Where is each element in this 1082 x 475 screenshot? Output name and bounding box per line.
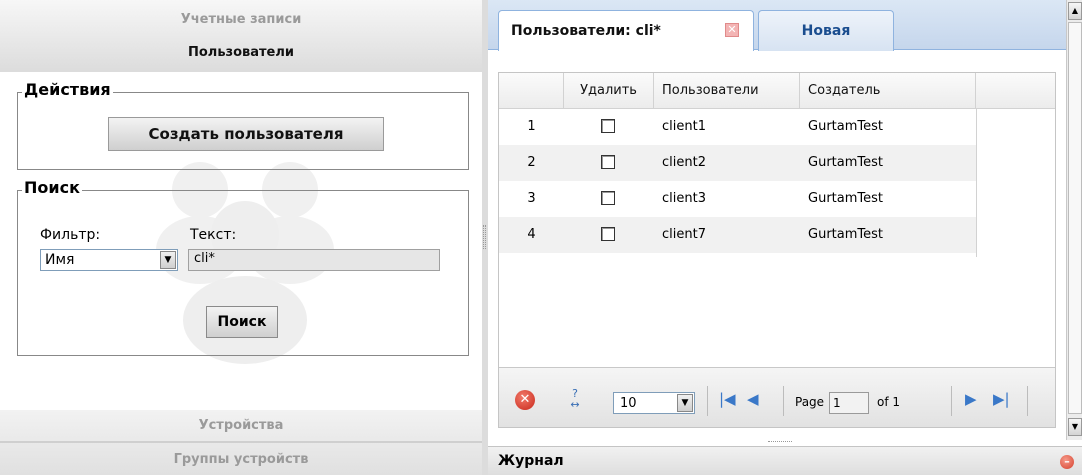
row-number: 4: [527, 227, 536, 242]
page-size-select[interactable]: 10 ▼: [613, 392, 695, 414]
scroll-thumb[interactable]: [1068, 22, 1082, 414]
tab-label: Пользователи: cli*: [511, 23, 661, 39]
user-name[interactable]: client3: [662, 181, 706, 217]
row-number: 1: [527, 119, 536, 134]
delete-checkbox[interactable]: [601, 227, 615, 241]
chevron-down-icon[interactable]: ▼: [160, 251, 176, 269]
user-name[interactable]: client2: [662, 145, 706, 181]
help-icon[interactable]: ? ↔: [563, 388, 587, 412]
first-page-icon[interactable]: |◀: [719, 390, 736, 408]
left-panel: Учетные записи Пользователи Действия Соз…: [0, 0, 482, 475]
divider: [707, 386, 708, 416]
tab-label: Новая: [801, 23, 851, 39]
collapse-icon[interactable]: –: [1060, 455, 1074, 469]
user-name[interactable]: client7: [662, 217, 706, 253]
search-button[interactable]: Поиск: [206, 306, 278, 338]
table-row[interactable]: 3 client3 GurtamTest: [499, 181, 976, 217]
table-row[interactable]: 1 client1 GurtamTest: [499, 109, 976, 145]
header-rownum: [499, 73, 564, 109]
delete-checkbox[interactable]: [601, 191, 615, 205]
delete-checkbox[interactable]: [601, 119, 615, 133]
last-page-icon[interactable]: ▶|: [993, 390, 1010, 408]
row-number: 3: [527, 191, 536, 206]
splitter-grip[interactable]: [483, 225, 486, 249]
table-row[interactable]: 2 client2 GurtamTest: [499, 145, 976, 181]
horizontal-splitter-grip[interactable]: [768, 441, 792, 444]
delete-checkbox[interactable]: [601, 155, 615, 169]
accordion-item-devices[interactable]: Устройства: [0, 418, 482, 433]
tab-new[interactable]: Новая: [758, 10, 894, 51]
prev-page-icon[interactable]: ◀: [747, 390, 759, 408]
header-filler: [976, 73, 1055, 109]
user-creator: GurtamTest: [808, 119, 883, 134]
column-divider: [976, 109, 977, 257]
journal-panel[interactable]: Журнал –: [488, 446, 1082, 475]
filter-select-value: Имя: [45, 252, 75, 268]
divider: [1027, 386, 1028, 416]
scroll-down-icon[interactable]: ▼: [1068, 418, 1082, 436]
delete-icon[interactable]: ✕: [515, 390, 535, 410]
text-label: Текст:: [190, 227, 237, 243]
close-icon[interactable]: ✕: [725, 23, 739, 37]
table-row[interactable]: 4 client7 GurtamTest: [499, 217, 976, 253]
grid-header: Удалить Пользователи Создатель: [499, 73, 1055, 109]
divider: [0, 441, 482, 443]
actions-legend: Действия: [22, 80, 113, 99]
accordion-item-device-groups[interactable]: Группы устройств: [0, 452, 482, 467]
divider: [951, 386, 952, 416]
search-text-input[interactable]: cli*: [188, 249, 440, 271]
header-delete[interactable]: Удалить: [564, 73, 654, 109]
user-creator: GurtamTest: [808, 155, 883, 170]
header-creator[interactable]: Создатель: [800, 73, 976, 109]
users-grid: Удалить Пользователи Создатель 1 client1…: [498, 72, 1056, 428]
next-page-icon[interactable]: ▶: [965, 390, 977, 408]
accordion-item-accounts[interactable]: Учетные записи: [0, 12, 482, 27]
tab-users-search[interactable]: Пользователи: cli* ✕: [498, 10, 754, 51]
search-legend: Поиск: [22, 178, 82, 197]
chevron-down-icon[interactable]: ▼: [677, 394, 693, 412]
scroll-up-icon[interactable]: ▲: [1068, 2, 1082, 20]
accordion-item-users[interactable]: Пользователи: [0, 45, 482, 60]
user-name[interactable]: client1: [662, 109, 706, 145]
filter-label: Фильтр:: [40, 227, 101, 243]
scrollbar[interactable]: ▲ ▼: [1066, 0, 1082, 440]
filter-select[interactable]: Имя ▼: [40, 249, 178, 271]
divider: [783, 386, 784, 416]
create-user-button[interactable]: Создать пользователя: [108, 117, 384, 151]
header-users[interactable]: Пользователи: [654, 73, 800, 109]
accordion-top: [0, 0, 482, 72]
journal-title: Журнал: [498, 453, 564, 469]
tab-bar: Пользователи: cli* ✕ Новая: [488, 0, 1066, 51]
user-creator: GurtamTest: [808, 191, 883, 206]
row-number: 2: [527, 155, 536, 170]
user-creator: GurtamTest: [808, 227, 883, 242]
page-count: of 1: [877, 395, 901, 409]
pagination-toolbar: ✕ ? ↔ 10 ▼ |◀ ◀ Page 1 of 1 ▶ ▶|: [499, 367, 1055, 427]
page-size-value: 10: [620, 396, 637, 411]
page-number-input[interactable]: 1: [829, 392, 869, 414]
page-label: Page: [795, 395, 825, 409]
right-panel: Пользователи: cli* ✕ Новая ▲ ▼ Удалить П…: [488, 0, 1082, 475]
